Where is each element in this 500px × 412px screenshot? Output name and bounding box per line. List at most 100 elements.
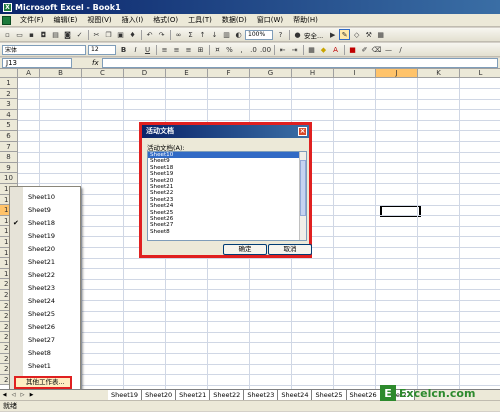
column-header-b[interactable]: B [40, 69, 82, 78]
redo-icon[interactable]: ↷ [156, 29, 167, 40]
menu-help[interactable]: 帮助(H) [288, 14, 323, 27]
column-header-e[interactable]: E [166, 69, 208, 78]
visual-basic-icon[interactable]: ◇ [351, 29, 362, 40]
spelling-icon[interactable]: ✓ [74, 29, 85, 40]
font-select[interactable]: 宋体 [2, 44, 86, 55]
font-size-select[interactable]: 12 [88, 44, 116, 55]
column-header-f[interactable]: F [208, 69, 250, 78]
draw-border-icon[interactable]: ✐ [359, 44, 370, 55]
sheet-menu-item[interactable]: Sheet21 [10, 256, 80, 269]
sheet-menu-item[interactable]: Sheet23 [10, 282, 80, 295]
font-color-icon[interactable]: A [330, 44, 341, 55]
name-box[interactable]: J13 [2, 58, 72, 68]
sheet-menu-item[interactable]: Sheet24 [10, 295, 80, 308]
row-header-1[interactable]: 1 [0, 78, 18, 89]
sheet-tab[interactable]: Sheet19 [108, 390, 143, 400]
column-header-i[interactable]: I [334, 69, 376, 78]
italic-icon[interactable]: I [130, 44, 141, 55]
merge-center-icon[interactable]: ⊞ [195, 44, 206, 55]
chart-wizard-icon[interactable]: ▥ [221, 29, 232, 40]
print-icon[interactable]: ▤ [50, 29, 61, 40]
select-all-corner[interactable] [0, 69, 18, 78]
sheet-menu-item[interactable]: Sheet8 [10, 347, 80, 360]
row-header-4[interactable]: 4 [0, 109, 18, 121]
sheet-tab[interactable]: Sheet23 [244, 390, 279, 400]
row-header-10[interactable]: 10 [0, 173, 18, 184]
sheet-menu-item[interactable]: Sheet26 [10, 321, 80, 334]
column-header-a[interactable]: A [18, 69, 40, 78]
line-color-icon[interactable]: / [395, 44, 406, 55]
stop-icon[interactable]: ■ [347, 44, 358, 55]
copy-icon[interactable]: ❐ [103, 29, 114, 40]
sheet-tab[interactable]: Sheet24 [278, 390, 313, 400]
align-center-icon[interactable]: ≡ [171, 44, 182, 55]
increase-decimal-icon[interactable]: .0 [248, 44, 259, 55]
control-toolbox-icon[interactable]: ⚒ [363, 29, 374, 40]
menu-format[interactable]: 格式(O) [148, 14, 183, 27]
column-header-k[interactable]: K [418, 69, 460, 78]
sheet-tab[interactable]: Sheet26 [346, 390, 381, 400]
decrease-indent-icon[interactable]: ⇤ [277, 44, 288, 55]
underline-icon[interactable]: U [142, 44, 153, 55]
borders-icon[interactable]: ▦ [306, 44, 317, 55]
dialog-sheet-list[interactable]: Sheet10 Sheet9 Sheet18 Sheet19 Sheet20 Sheet2… [147, 151, 307, 241]
column-header-h[interactable]: H [292, 69, 334, 78]
hyperlink-icon[interactable]: ∞ [173, 29, 184, 40]
row-header-5[interactable]: 5 [0, 120, 18, 131]
menu-data[interactable]: 数据(D) [217, 14, 252, 27]
align-left-icon[interactable]: ≡ [159, 44, 170, 55]
sheet-tab[interactable]: Sheet25 [312, 390, 347, 400]
percent-icon[interactable]: % [224, 44, 235, 55]
fill-color-icon[interactable]: ◆ [318, 44, 329, 55]
sheet-menu-item[interactable]: Sheet10 [10, 191, 80, 204]
script-editor-icon[interactable]: ▦ [375, 29, 386, 40]
undo-icon[interactable]: ↶ [144, 29, 155, 40]
sheet-tab[interactable]: Sheet20 [142, 390, 177, 400]
sort-desc-icon[interactable]: ↓ [209, 29, 220, 40]
bold-icon[interactable]: B [118, 44, 129, 55]
open-icon[interactable]: ▭ [14, 29, 25, 40]
menu-file[interactable]: 文件(F) [15, 14, 49, 27]
menu-tools[interactable]: 工具(T) [183, 14, 217, 27]
sort-asc-icon[interactable]: ↑ [197, 29, 208, 40]
autosum-icon[interactable]: Σ [185, 29, 196, 40]
dialog-close-icon[interactable]: × [298, 127, 307, 136]
print-preview-icon[interactable]: ◙ [62, 29, 73, 40]
format-painter-icon[interactable]: ♦ [127, 29, 138, 40]
design-mode-icon[interactable]: ✎ [339, 29, 351, 40]
record-macro-icon[interactable]: ▶ [327, 29, 338, 40]
help-icon[interactable]: ? [275, 29, 286, 40]
sheet-menu-item[interactable]: Sheet9 [10, 204, 80, 217]
new-icon[interactable]: ▫ [2, 29, 13, 40]
sheet-menu-item[interactable]: Sheet25 [10, 308, 80, 321]
permission-icon[interactable]: ◘ [38, 29, 49, 40]
row-header-3[interactable]: 3 [0, 99, 18, 110]
cancel-button[interactable]: 取消 [268, 244, 312, 255]
row-header-6[interactable]: 6 [0, 131, 18, 142]
erase-border-icon[interactable]: ⌫ [371, 44, 382, 55]
menu-insert[interactable]: 插入(I) [117, 14, 149, 27]
ok-button[interactable]: 确定 [223, 244, 267, 255]
dialog-scroll-thumb[interactable] [300, 160, 306, 216]
dialog-list-item[interactable]: Sheet8 [148, 229, 306, 235]
column-header-d[interactable]: D [124, 69, 166, 78]
column-header-j[interactable]: J [376, 69, 418, 78]
column-header-l[interactable]: L [460, 69, 500, 78]
row-header-7[interactable]: 7 [0, 141, 18, 153]
line-style-icon[interactable]: — [383, 44, 394, 55]
cut-icon[interactable]: ✂ [91, 29, 102, 40]
dialog-scrollbar[interactable] [299, 152, 306, 240]
security-label[interactable]: 安全... [304, 30, 323, 40]
sheet-menu-item[interactable]: Sheet22 [10, 269, 80, 282]
row-header-2[interactable]: 2 [0, 88, 18, 100]
sheet-tab[interactable]: Sheet21 [176, 390, 211, 400]
tab-last-icon[interactable]: ▶ [27, 391, 36, 400]
column-header-c[interactable]: C [82, 69, 124, 78]
increase-indent-icon[interactable]: ⇥ [289, 44, 300, 55]
sheet-menu-item[interactable]: Sheet20 [10, 243, 80, 256]
align-right-icon[interactable]: ≡ [183, 44, 194, 55]
formula-input[interactable] [102, 58, 498, 68]
currency-icon[interactable]: ¤ [212, 44, 223, 55]
workbook-icon[interactable] [2, 15, 11, 25]
menu-view[interactable]: 视图(V) [82, 14, 116, 27]
